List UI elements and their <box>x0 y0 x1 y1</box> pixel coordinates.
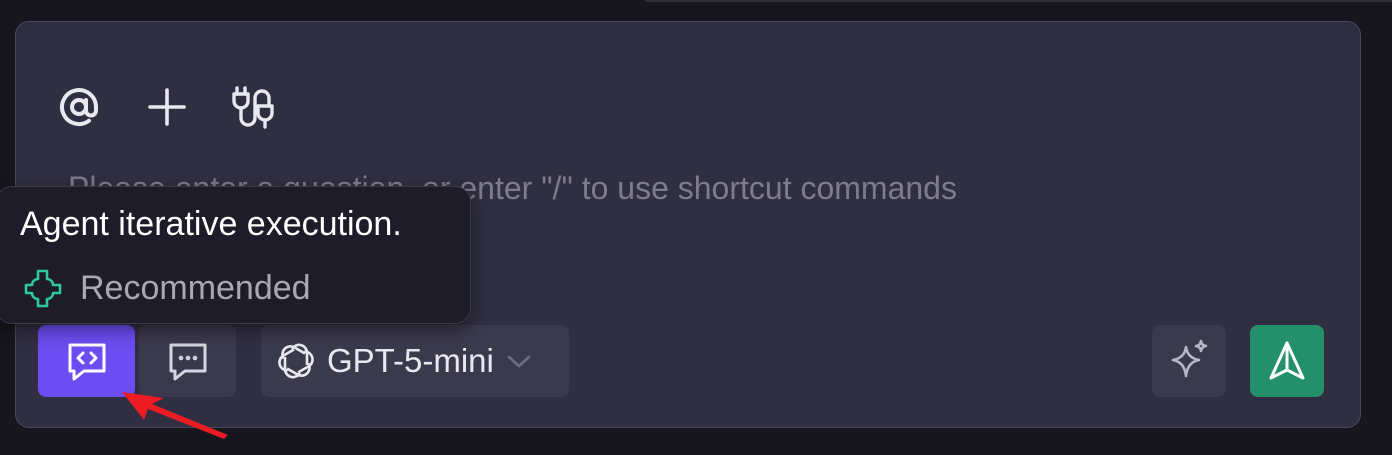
openai-logo-icon <box>278 343 314 379</box>
tooltip-title: Agent iterative execution. <box>20 205 402 243</box>
annotation-arrow <box>122 392 228 439</box>
model-selector[interactable]: GPT-5-mini <box>261 325 569 397</box>
plugin-button[interactable] <box>228 82 278 132</box>
recommended-label: Recommended <box>80 268 311 307</box>
recommended-row: Recommended <box>20 265 311 311</box>
plug-icon <box>232 86 274 129</box>
recommended-icon <box>24 269 62 308</box>
sparkles-icon <box>1171 339 1208 378</box>
plus-icon <box>148 88 186 126</box>
code-message-icon <box>68 343 105 381</box>
send-icon <box>1269 341 1305 380</box>
chevron-down-icon <box>507 355 531 368</box>
enhance-prompt-button[interactable] <box>1152 325 1226 397</box>
add-button[interactable] <box>142 82 192 132</box>
agent-mode-tooltip: Agent iterative execution. Recommended <box>0 186 471 324</box>
at-sign-icon <box>60 88 98 127</box>
top-edge-strip <box>645 0 1392 2</box>
model-name: GPT-5-mini <box>327 342 494 379</box>
mention-button[interactable] <box>54 82 104 132</box>
chat-message-icon <box>169 343 206 381</box>
send-button[interactable] <box>1250 325 1324 397</box>
